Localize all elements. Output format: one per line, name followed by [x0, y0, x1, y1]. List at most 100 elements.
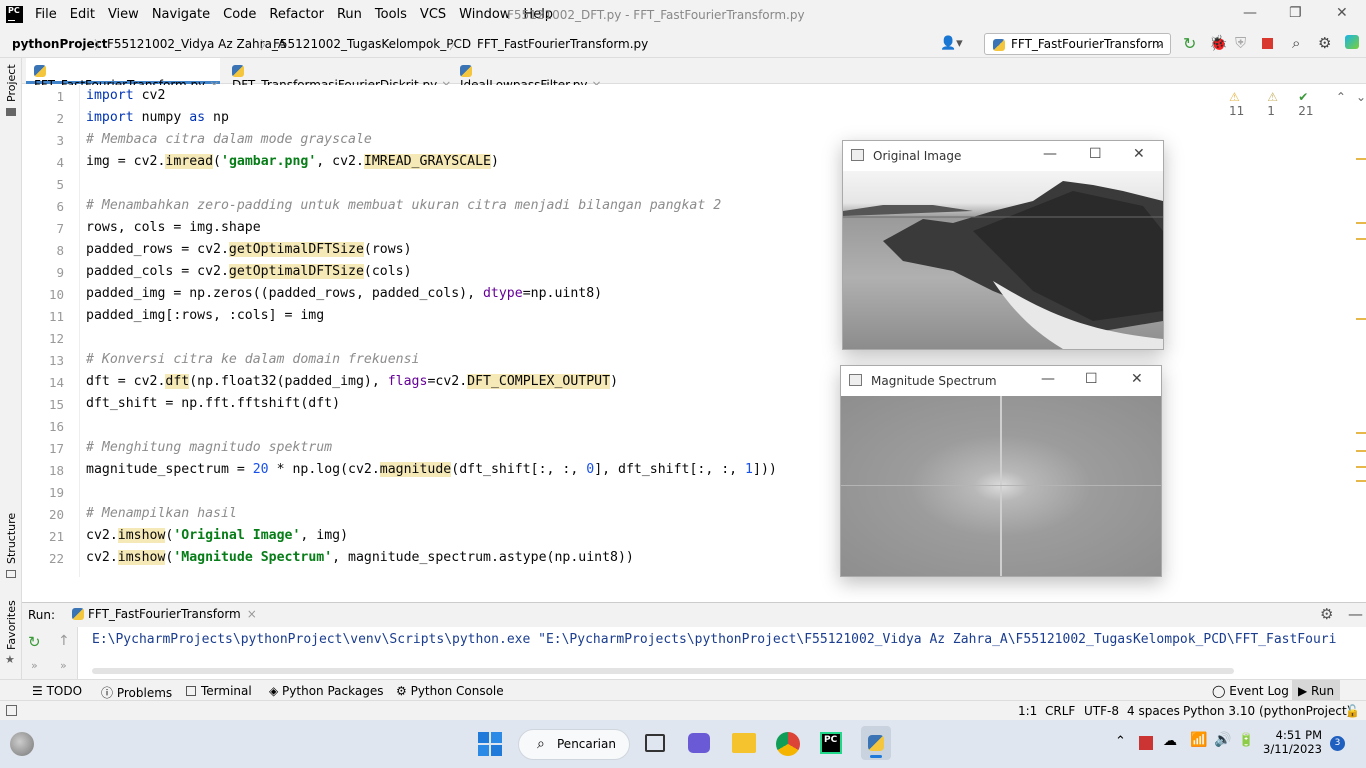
- chrome-icon[interactable]: [776, 732, 800, 756]
- gear-icon[interactable]: ⚙: [1320, 605, 1333, 623]
- python-window-taskbar-item[interactable]: [861, 726, 891, 760]
- search-icon[interactable]: ⌕: [1292, 34, 1300, 52]
- active-indicator: [870, 755, 882, 758]
- rerun-icon[interactable]: ↻: [28, 633, 41, 651]
- weather-icon[interactable]: [10, 732, 34, 756]
- scroll-marker: [1356, 222, 1366, 224]
- project-tool-tab[interactable]: Project: [5, 64, 18, 102]
- task-view-icon[interactable]: [645, 734, 665, 752]
- indent-setting[interactable]: 4 spaces: [1127, 704, 1180, 718]
- menu-file[interactable]: File: [35, 7, 57, 22]
- magnitude-spectrum-window[interactable]: Magnitude Spectrum — ☐ ✕: [840, 365, 1162, 577]
- line-number: 9: [56, 265, 64, 280]
- speaker-icon[interactable]: 🔊: [1214, 732, 1231, 748]
- jetbrains-icon[interactable]: [1345, 35, 1359, 49]
- python-console-tab[interactable]: ⚙ Python Console: [396, 684, 504, 698]
- original-image-window[interactable]: Original Image — ☐ ✕: [842, 140, 1164, 350]
- more-icon[interactable]: »: [60, 659, 67, 672]
- python-interpreter[interactable]: Python 3.10 (pythonProject): [1183, 704, 1351, 718]
- minimize-icon[interactable]: —: [1043, 146, 1057, 162]
- tray-overflow-icon[interactable]: ⌃: [1115, 734, 1126, 749]
- breadcrumb-file[interactable]: FFT_FastFourierTransform.py: [477, 37, 648, 51]
- tray-app-icon[interactable]: [1139, 736, 1153, 750]
- coverage-icon[interactable]: ⛨: [1235, 34, 1246, 52]
- line-number: 15: [48, 397, 64, 412]
- lock-icon[interactable]: 🔓: [1345, 704, 1360, 718]
- code-comment: # Menghitung magnitudo spektrum: [86, 440, 333, 455]
- line-number: 2: [56, 111, 64, 126]
- tool-window-tabs: ☰ TODO ⓘ Problems Terminal ◈ Python Pack…: [0, 679, 1366, 701]
- maximize-icon[interactable]: ☐: [1085, 371, 1098, 387]
- python-packages-tab[interactable]: ◈ Python Packages: [269, 684, 383, 698]
- close-icon[interactable]: ✕: [1336, 5, 1348, 21]
- stop-icon[interactable]: [1262, 38, 1273, 49]
- tab-fft[interactable]: FFT_FastFourierTransform.py×: [26, 58, 220, 92]
- menu-window[interactable]: Window: [459, 7, 510, 22]
- console-output: E:\PycharmProjects\pythonProject\venv\Sc…: [92, 632, 1337, 647]
- run-tab[interactable]: FFT_FastFourierTransform ×: [72, 607, 257, 621]
- breadcrumb-separator: 〉: [94, 38, 107, 52]
- minimize-icon[interactable]: —: [1243, 5, 1257, 21]
- menu-run[interactable]: Run: [337, 7, 362, 22]
- breadcrumb-subfolder[interactable]: F55121002_TugasKelompok_PCD: [273, 37, 471, 51]
- menu-tools[interactable]: Tools: [375, 7, 407, 22]
- menu-refactor[interactable]: Refactor: [269, 7, 324, 22]
- python-icon: [868, 735, 884, 751]
- inspection-widget[interactable]: ⚠ 11 ⚠ 1 ✔ 21 ⌃ ⌄: [1229, 90, 1366, 118]
- tab-dft[interactable]: DFT_TransformasiFourierDiskrit.py×: [224, 58, 451, 92]
- debug-icon[interactable]: 🐞: [1209, 34, 1228, 52]
- horizontal-scrollbar[interactable]: [92, 668, 1234, 674]
- tab-ideal-lowpass[interactable]: IdealLowpassFilter.py×: [452, 58, 612, 92]
- close-tab-icon[interactable]: ×: [247, 607, 257, 621]
- event-log-tab[interactable]: ◯ Event Log: [1212, 684, 1289, 698]
- chevron-down-icon[interactable]: ⌄: [1356, 90, 1366, 118]
- toggle-tool-windows-icon[interactable]: [6, 705, 17, 716]
- line-separator[interactable]: CRLF: [1045, 704, 1075, 718]
- clock-time: 4:51 PM: [1275, 728, 1322, 742]
- menu-vcs[interactable]: VCS: [420, 7, 446, 22]
- chevron-up-icon[interactable]: ⌃: [1336, 90, 1346, 118]
- breadcrumb-separator: 〉: [449, 38, 462, 52]
- hide-panel-icon[interactable]: —: [1348, 605, 1363, 623]
- minimize-icon[interactable]: —: [1041, 371, 1055, 387]
- todo-tab[interactable]: ☰ TODO: [32, 684, 82, 698]
- menu-view[interactable]: View: [108, 7, 139, 22]
- taskbar-search[interactable]: ⌕ Pencarian: [518, 729, 630, 760]
- notification-badge[interactable]: 3: [1330, 736, 1345, 751]
- run-icon: ▶: [1298, 684, 1312, 698]
- teams-icon[interactable]: [688, 733, 710, 753]
- user-icon[interactable]: 👤▾: [940, 36, 963, 51]
- terminal-tab[interactable]: Terminal: [186, 684, 252, 698]
- battery-icon[interactable]: 🔋: [1238, 733, 1254, 748]
- run-label: Run:: [28, 608, 56, 622]
- structure-tool-tab[interactable]: Structure: [5, 513, 18, 564]
- menu-code[interactable]: Code: [223, 7, 256, 22]
- windows-start-icon[interactable]: [478, 732, 502, 756]
- more-icon[interactable]: »: [31, 659, 38, 672]
- run-tool-tab[interactable]: ▶ Run: [1292, 680, 1341, 701]
- arrow-up-icon[interactable]: ↑: [58, 633, 70, 649]
- file-explorer-icon[interactable]: [732, 733, 756, 753]
- menu-edit[interactable]: Edit: [70, 7, 95, 22]
- menu-navigate[interactable]: Navigate: [152, 7, 210, 22]
- restore-icon[interactable]: ❐: [1289, 5, 1302, 21]
- caret-position[interactable]: 1:1: [1018, 704, 1037, 718]
- onedrive-icon[interactable]: ☁: [1163, 733, 1177, 749]
- run-configuration-select[interactable]: FFT_FastFourierTransform ⌄: [984, 33, 1171, 55]
- close-icon[interactable]: ✕: [1131, 371, 1143, 387]
- close-icon[interactable]: ✕: [1133, 146, 1145, 162]
- code-editor[interactable]: import cv2 import numpy as np # Membaca …: [80, 85, 1366, 577]
- file-encoding[interactable]: UTF-8: [1084, 704, 1119, 718]
- gear-icon[interactable]: ⚙: [1318, 34, 1331, 52]
- maximize-icon[interactable]: ☐: [1089, 146, 1102, 162]
- window-titlebar[interactable]: Magnitude Spectrum — ☐ ✕: [841, 366, 1161, 396]
- python-file-icon: [460, 65, 472, 77]
- favorites-tool-tab[interactable]: Favorites: [5, 600, 18, 650]
- rerun-icon[interactable]: ↻: [1183, 34, 1196, 53]
- start-tile: [491, 745, 502, 756]
- clock[interactable]: 4:51 PM 3/11/2023: [1262, 728, 1322, 756]
- pycharm-taskbar-icon[interactable]: PC: [820, 732, 842, 754]
- problems-tab[interactable]: ⓘ Problems: [101, 684, 172, 701]
- wifi-icon[interactable]: 📶: [1190, 732, 1207, 748]
- window-titlebar[interactable]: Original Image — ☐ ✕: [843, 141, 1163, 171]
